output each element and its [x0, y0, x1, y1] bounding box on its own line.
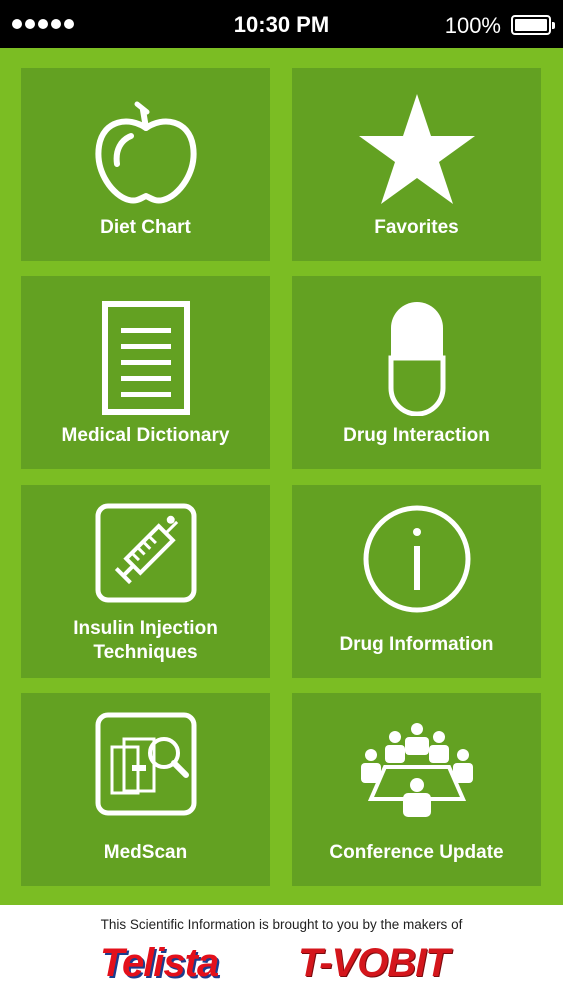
document-icon [21, 298, 270, 418]
tile-favorites[interactable]: Favorites [292, 68, 541, 261]
apple-icon [21, 90, 270, 210]
tile-conference-update[interactable]: Conference Update [292, 693, 541, 886]
tile-label: Medical Dictionary [27, 424, 264, 448]
tile-medical-dictionary[interactable]: Medical Dictionary [21, 276, 270, 469]
book-magnifier-icon [21, 709, 270, 819]
capsule-icon [292, 298, 541, 418]
tile-label: Insulin Injection Techniques [27, 617, 264, 665]
battery-percent: 100% [444, 13, 501, 38]
label-line: Techniques [93, 642, 198, 663]
tile-label: Conference Update [298, 841, 535, 865]
label-line: MedScan [103, 842, 188, 863]
tile-label: MedScan [27, 841, 264, 865]
tile-drug-information[interactable]: Drug Information [292, 485, 541, 678]
status-bar: 10:30 PM 100% [0, 0, 563, 48]
telista-logo: Telista [100, 941, 219, 985]
tile-label: Drug Information [298, 633, 535, 657]
main-menu: Diet Chart Favorites Medical Dictionary … [0, 48, 563, 905]
sponsor-footer: This Scientific Information is brought t… [0, 905, 563, 1000]
label-line: Conference Update [329, 842, 504, 863]
label-line: Diet Chart [100, 217, 191, 238]
label-line: Medical Dictionary [61, 425, 230, 446]
label-line: Favorites [374, 217, 459, 238]
tile-diet-chart[interactable]: Diet Chart [21, 68, 270, 261]
info-icon [292, 503, 541, 615]
tile-label: Diet Chart [27, 216, 264, 240]
tile-drug-interaction[interactable]: Drug Interaction [292, 276, 541, 469]
star-icon [292, 90, 541, 210]
label-line: Drug Information [339, 634, 494, 655]
sponsor-text: This Scientific Information is brought t… [100, 917, 463, 932]
tile-label: Favorites [298, 216, 535, 240]
label-line: Insulin Injection [73, 618, 218, 639]
tile-label: Drug Interaction [298, 424, 535, 448]
tvobit-logo: T-VOBIT [298, 941, 450, 985]
tile-medscan[interactable]: MedScan [21, 693, 270, 886]
syringe-icon [21, 501, 270, 605]
tile-insulin-injection-techniques[interactable]: Insulin Injection Techniques [21, 485, 270, 678]
label-line: Drug Interaction [343, 425, 490, 446]
conference-icon [292, 715, 541, 827]
battery-full-icon [511, 15, 555, 35]
